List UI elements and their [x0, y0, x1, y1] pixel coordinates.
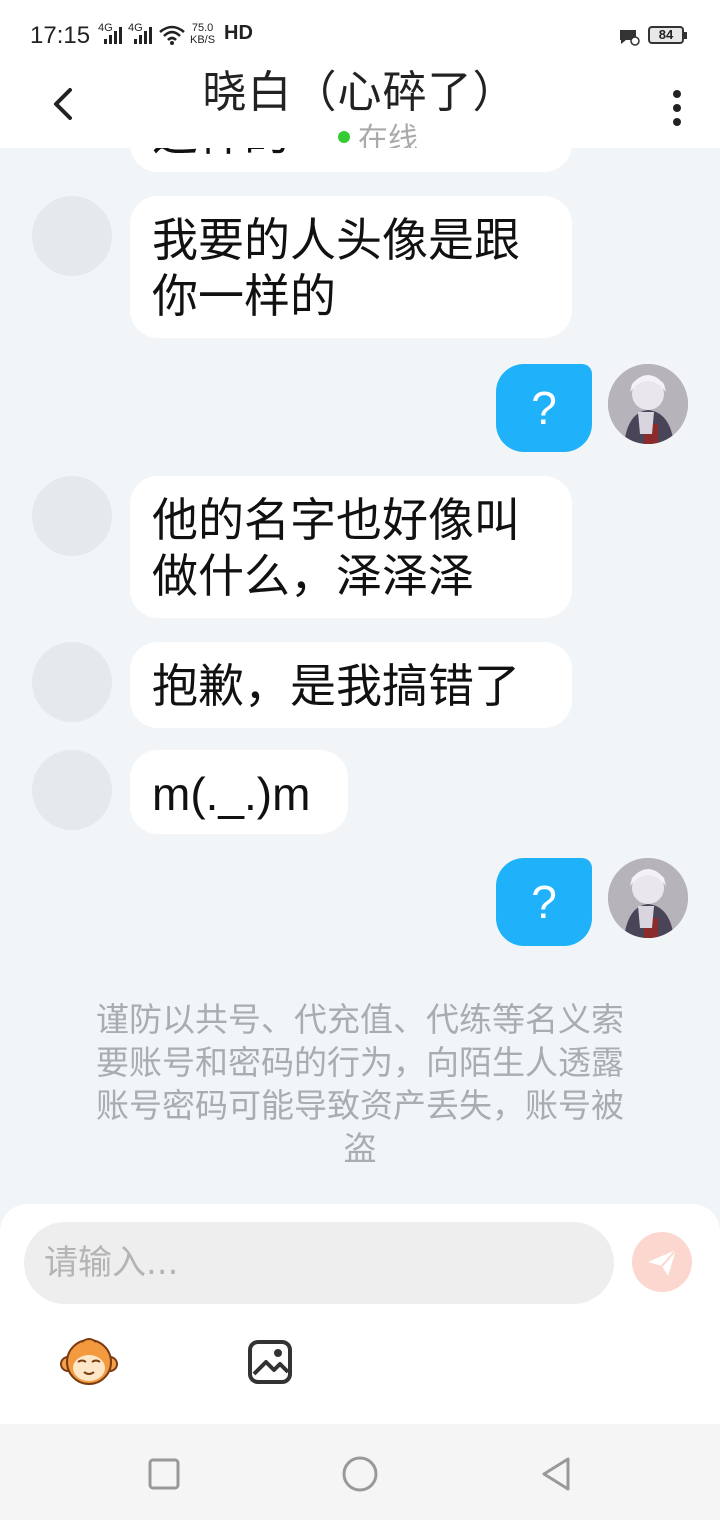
message-input[interactable] — [24, 1222, 614, 1304]
message-bubble-left[interactable]: 抱歉，是我搞错了 — [130, 642, 572, 728]
back-nav-button[interactable] — [536, 1454, 576, 1494]
send-button[interactable] — [632, 1232, 692, 1292]
notice-line: 账号密码可能导致资产丢失，账号被 — [96, 1086, 624, 1125]
message-bubble-left[interactable]: 他的名字也好像叫 做什么，泽泽泽 — [130, 476, 572, 618]
message-bubble-left[interactable]: 我要的人头像是跟 你一样的 — [130, 196, 572, 338]
recent-apps-button[interactable] — [144, 1454, 184, 1494]
image-icon[interactable] — [246, 1338, 294, 1386]
message-text-line: 我要的人头像是跟 — [152, 213, 520, 267]
anime-character-avatar-icon — [608, 364, 688, 444]
message-bubble-left[interactable]: 这样的 — [130, 148, 572, 172]
monkey-emoji-icon[interactable] — [60, 1334, 118, 1388]
anime-character-avatar-icon — [608, 858, 688, 938]
system-navigation-bar — [0, 1424, 720, 1520]
hd-icon: HD — [224, 22, 253, 44]
network-speed: 75.0 KB/S — [190, 22, 215, 46]
status-time: 17:15 — [30, 22, 91, 49]
notice-line: 盗 — [343, 1129, 377, 1168]
message-text-line: 做什么，泽泽泽 — [152, 549, 474, 603]
chat-header: 晓白（心碎了） 在线 — [0, 67, 720, 157]
message-text: 这样的 — [152, 148, 550, 162]
message-notification-icon — [620, 30, 640, 46]
contact-name: 晓白（心碎了） — [202, 67, 518, 118]
message-composer — [0, 1204, 720, 1424]
speed-unit: KB/S — [190, 34, 216, 46]
paper-plane-icon — [648, 1249, 677, 1276]
contact-avatar[interactable] — [32, 196, 112, 276]
security-notice: 谨防以共号、代充值、代练等名义索 要账号和密码的行为，向陌生人透露 账号密码可能… — [60, 998, 660, 1170]
chat-message-list[interactable]: 这样的 我要的人头像是跟 你一样的 ? 他的名字也好像叫 做什么，泽泽泽 抱歉，… — [0, 148, 720, 1204]
notice-line: 谨防以共号、代充值、代练等名义索 — [96, 1000, 624, 1039]
message-bubble-right[interactable]: ? — [496, 364, 592, 452]
my-avatar[interactable] — [608, 364, 688, 444]
wifi-icon — [159, 25, 185, 45]
message-text: m(._.)m — [152, 768, 311, 820]
contact-avatar[interactable] — [32, 750, 112, 830]
contact-avatar[interactable] — [32, 476, 112, 556]
message-bubble-left[interactable]: m(._.)m — [130, 750, 348, 834]
more-options-button[interactable] — [662, 82, 692, 132]
online-dot-icon — [338, 130, 350, 143]
message-text-line: 你一样的 — [152, 269, 336, 323]
message-text-line: 他的名字也好像叫 — [152, 493, 520, 547]
speed-value: 75.0 — [191, 22, 214, 34]
signal-icon-1 — [104, 26, 122, 44]
message-text: ? — [531, 876, 557, 928]
home-button[interactable] — [340, 1454, 380, 1494]
battery-indicator: 84 — [648, 26, 687, 44]
signal-icon-2 — [134, 26, 152, 44]
message-text: 抱歉，是我搞错了 — [152, 659, 520, 713]
my-avatar[interactable] — [608, 858, 688, 938]
message-bubble-right[interactable]: ? — [496, 858, 592, 946]
message-text: ? — [531, 382, 557, 434]
contact-avatar[interactable] — [32, 642, 112, 722]
notice-line: 要账号和密码的行为，向陌生人透露 — [96, 1043, 624, 1082]
